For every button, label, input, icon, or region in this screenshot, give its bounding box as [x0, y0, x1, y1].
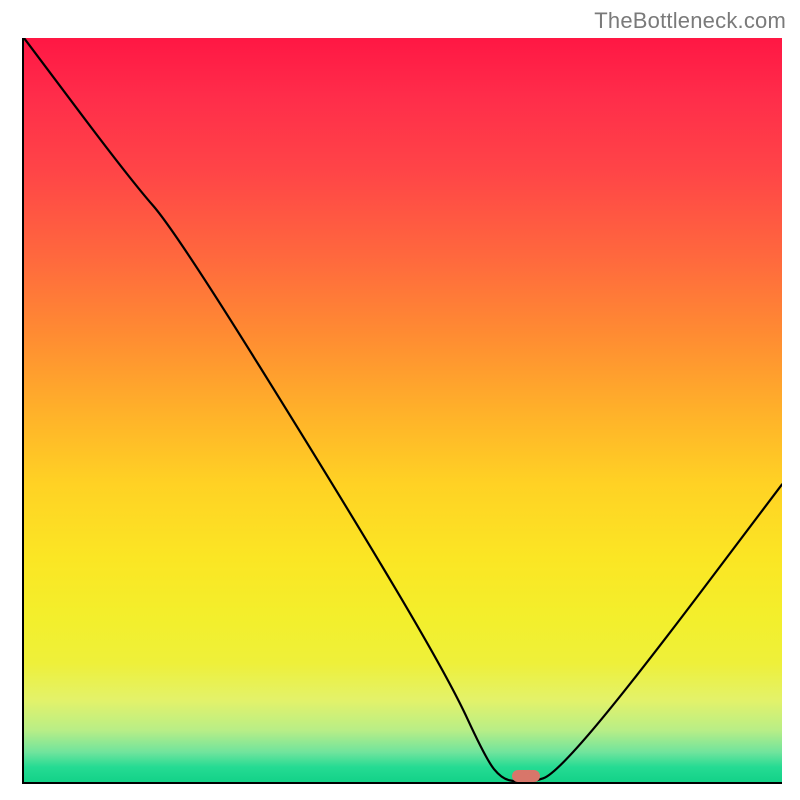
watermark-text: TheBottleneck.com [594, 8, 786, 34]
bottleneck-chart: TheBottleneck.com [0, 0, 800, 800]
optimal-marker [512, 770, 540, 782]
performance-curve [24, 38, 782, 782]
curve-path [24, 38, 782, 782]
plot-area [22, 38, 782, 784]
